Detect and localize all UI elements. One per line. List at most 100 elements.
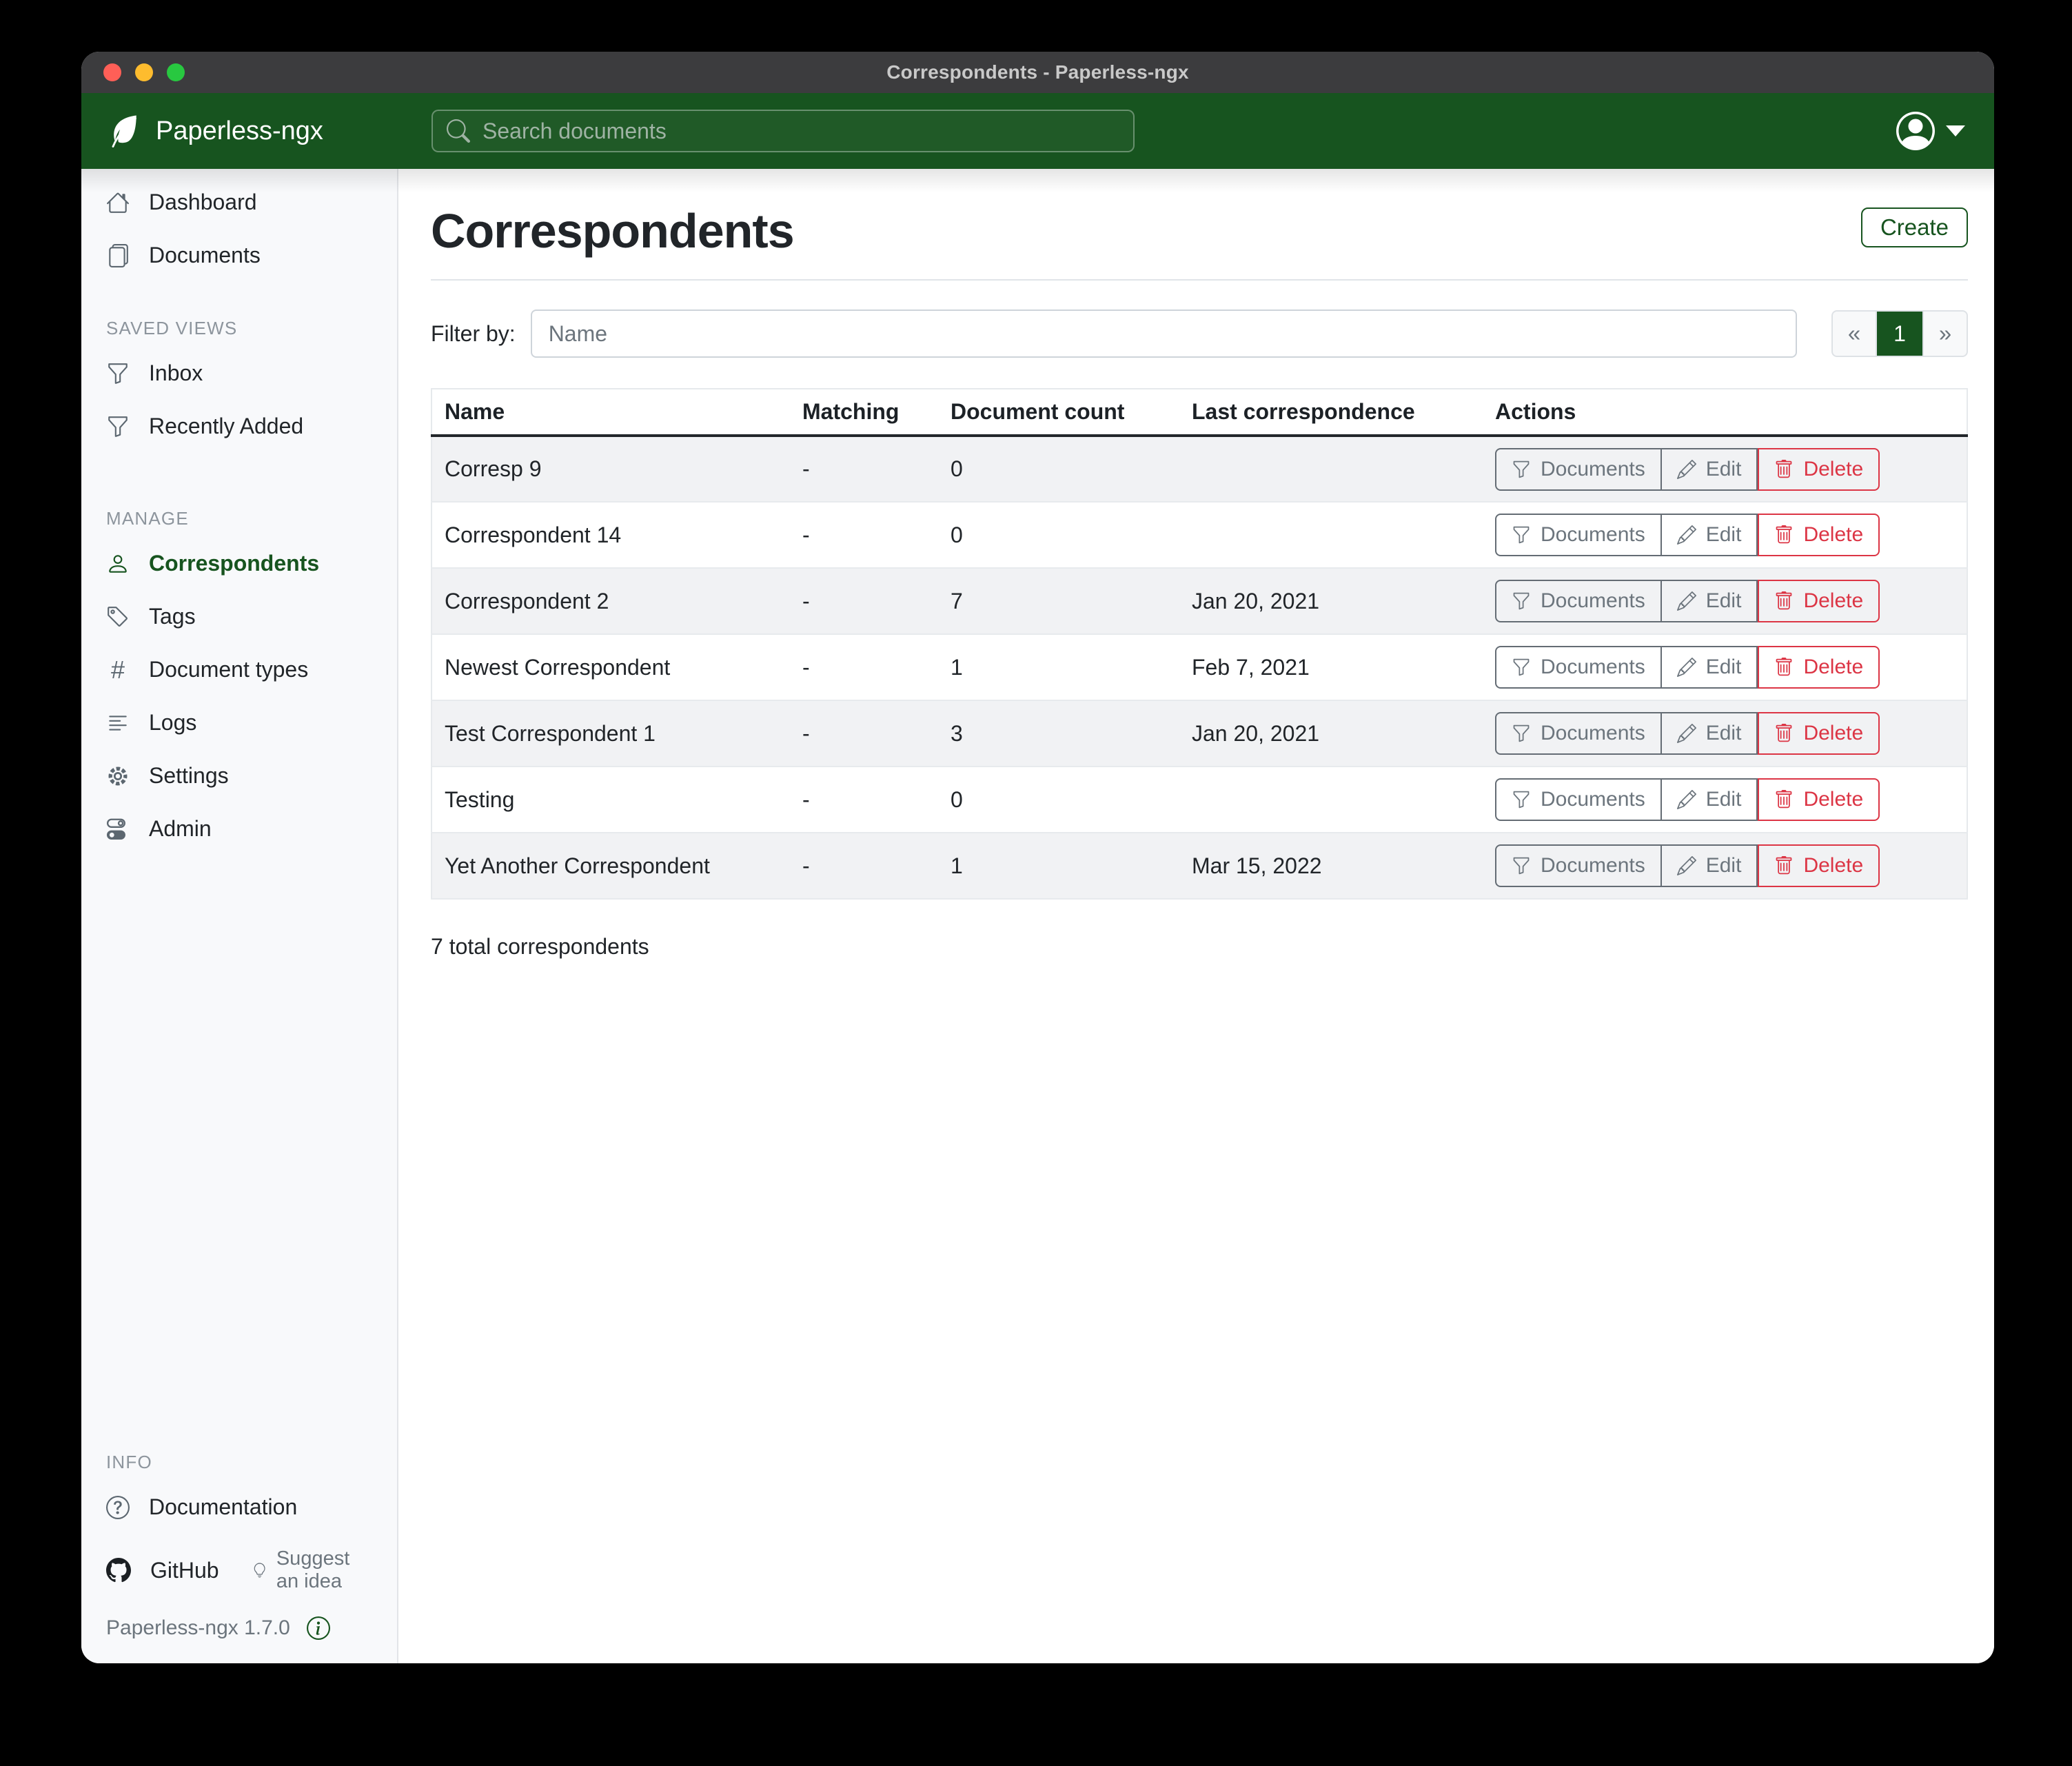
version-row: Paperless-ngx 1.7.0 — [81, 1607, 397, 1663]
pencil-icon — [1677, 658, 1696, 677]
table-row: Newest Correspondent - 1 Feb 7, 2021 Doc… — [431, 634, 1967, 700]
trash-icon — [1774, 591, 1794, 611]
sidebar-item-recently-added[interactable]: Recently Added — [81, 400, 397, 453]
gear-icon — [106, 764, 130, 788]
cell-actions: Documents Edit Delete — [1483, 568, 1967, 634]
sidebar-item-logs[interactable]: Logs — [81, 696, 397, 749]
row-delete-button[interactable]: Delete — [1758, 448, 1880, 491]
main-content: Correspondents Create Filter by: « 1 » N… — [398, 169, 1994, 1663]
search-input[interactable] — [481, 118, 1119, 145]
user-avatar-icon — [1896, 112, 1935, 150]
row-documents-button[interactable]: Documents — [1495, 646, 1662, 689]
sidebar-item-documents[interactable]: Documents — [81, 229, 397, 282]
sidebar-item-tags[interactable]: Tags — [81, 590, 397, 643]
cell-matching: - — [790, 767, 938, 833]
close-window-button[interactable] — [103, 63, 121, 81]
row-delete-button[interactable]: Delete — [1758, 844, 1880, 887]
github-row: GitHub Suggest an idea — [81, 1534, 397, 1607]
info-circle-icon[interactable] — [307, 1616, 330, 1640]
sidebar-item-document-types[interactable]: # Document types — [81, 643, 397, 696]
funnel-icon — [1512, 591, 1531, 611]
sidebar-item-settings[interactable]: Settings — [81, 749, 397, 802]
create-button[interactable]: Create — [1861, 207, 1968, 247]
row-actions: Documents Edit Delete — [1495, 646, 1880, 689]
zoom-window-button[interactable] — [167, 63, 185, 81]
row-delete-button[interactable]: Delete — [1758, 646, 1880, 689]
paperless-leaf-icon — [106, 113, 142, 149]
brand[interactable]: Paperless-ngx — [81, 113, 398, 149]
pagination-next-button[interactable]: » — [1922, 312, 1967, 356]
funnel-icon — [1512, 525, 1531, 545]
pencil-icon — [1677, 591, 1696, 611]
text-lines-icon — [106, 711, 130, 735]
row-delete-button[interactable]: Delete — [1758, 514, 1880, 556]
row-edit-button[interactable]: Edit — [1662, 580, 1758, 622]
sidebar-item-dashboard[interactable]: Dashboard — [81, 176, 397, 229]
suggest-idea-label: Suggest an idea — [276, 1547, 372, 1593]
row-delete-button[interactable]: Delete — [1758, 778, 1880, 821]
row-edit-button[interactable]: Edit — [1662, 778, 1758, 821]
row-edit-button[interactable]: Edit — [1662, 514, 1758, 556]
user-menu[interactable] — [1896, 112, 1994, 150]
sidebar-item-label: Documentation — [149, 1494, 297, 1520]
search-box[interactable] — [431, 110, 1135, 152]
cell-name: Testing — [431, 767, 790, 833]
funnel-icon — [1512, 790, 1531, 809]
row-actions: Documents Edit Delete — [1495, 712, 1880, 755]
sidebar-item-correspondents[interactable]: Correspondents — [81, 537, 397, 590]
sidebar-item-label: Dashboard — [149, 190, 257, 215]
tag-icon — [106, 605, 130, 629]
row-delete-button[interactable]: Delete — [1758, 580, 1880, 622]
row-documents-button[interactable]: Documents — [1495, 514, 1662, 556]
table-row: Testing - 0 Documents Edit D — [431, 767, 1967, 833]
pagination-page-1[interactable]: 1 — [1877, 312, 1922, 356]
cell-document-count: 3 — [938, 700, 1179, 767]
cell-matching: - — [790, 700, 938, 767]
caret-down-icon — [1946, 125, 1965, 136]
trash-icon — [1774, 790, 1794, 809]
row-actions: Documents Edit Delete — [1495, 514, 1880, 556]
row-actions: Documents Edit Delete — [1495, 448, 1880, 491]
cell-name: Yet Another Correspondent — [431, 833, 790, 899]
page-head: Correspondents Create — [431, 205, 1968, 257]
sidebar-item-label: Tags — [149, 604, 196, 629]
filter-name-input[interactable] — [531, 309, 1797, 358]
sidebar-item-admin[interactable]: Admin — [81, 802, 397, 855]
cell-name: Correspondent 2 — [431, 568, 790, 634]
row-edit-button[interactable]: Edit — [1662, 844, 1758, 887]
cell-actions: Documents Edit Delete — [1483, 767, 1967, 833]
cell-document-count: 7 — [938, 568, 1179, 634]
row-documents-button[interactable]: Documents — [1495, 844, 1662, 887]
row-edit-button[interactable]: Edit — [1662, 712, 1758, 755]
github-icon — [106, 1558, 131, 1583]
person-icon — [106, 552, 130, 576]
row-edit-button[interactable]: Edit — [1662, 448, 1758, 491]
row-documents-button[interactable]: Documents — [1495, 448, 1662, 491]
cell-document-count: 0 — [938, 502, 1179, 568]
row-edit-button[interactable]: Edit — [1662, 646, 1758, 689]
row-documents-button[interactable]: Documents — [1495, 712, 1662, 755]
cell-matching: - — [790, 833, 938, 899]
pagination: « 1 » — [1831, 310, 1968, 357]
funnel-icon — [1512, 658, 1531, 677]
trash-icon — [1774, 525, 1794, 545]
minimize-window-button[interactable] — [135, 63, 153, 81]
row-delete-button[interactable]: Delete — [1758, 712, 1880, 755]
sidebar-item-label: Settings — [149, 763, 229, 789]
funnel-icon — [106, 362, 130, 385]
app-body: Dashboard Documents SAVED VIEWS Inbox Re — [81, 169, 1994, 1663]
trash-icon — [1774, 724, 1794, 743]
pencil-icon — [1677, 790, 1696, 809]
lightbulb-icon — [252, 1559, 267, 1581]
suggest-idea-link[interactable]: Suggest an idea — [252, 1547, 372, 1593]
cell-actions: Documents Edit Delete — [1483, 436, 1967, 502]
pagination-prev-button[interactable]: « — [1833, 312, 1877, 356]
sidebar-item-inbox[interactable]: Inbox — [81, 347, 397, 400]
row-documents-button[interactable]: Documents — [1495, 778, 1662, 821]
cell-name: Correspondent 14 — [431, 502, 790, 568]
sidebar: Dashboard Documents SAVED VIEWS Inbox Re — [81, 169, 398, 1663]
row-documents-button[interactable]: Documents — [1495, 580, 1662, 622]
github-link[interactable]: GitHub — [106, 1558, 219, 1583]
sidebar-item-documentation[interactable]: Documentation — [81, 1481, 397, 1534]
cell-matching: - — [790, 634, 938, 700]
